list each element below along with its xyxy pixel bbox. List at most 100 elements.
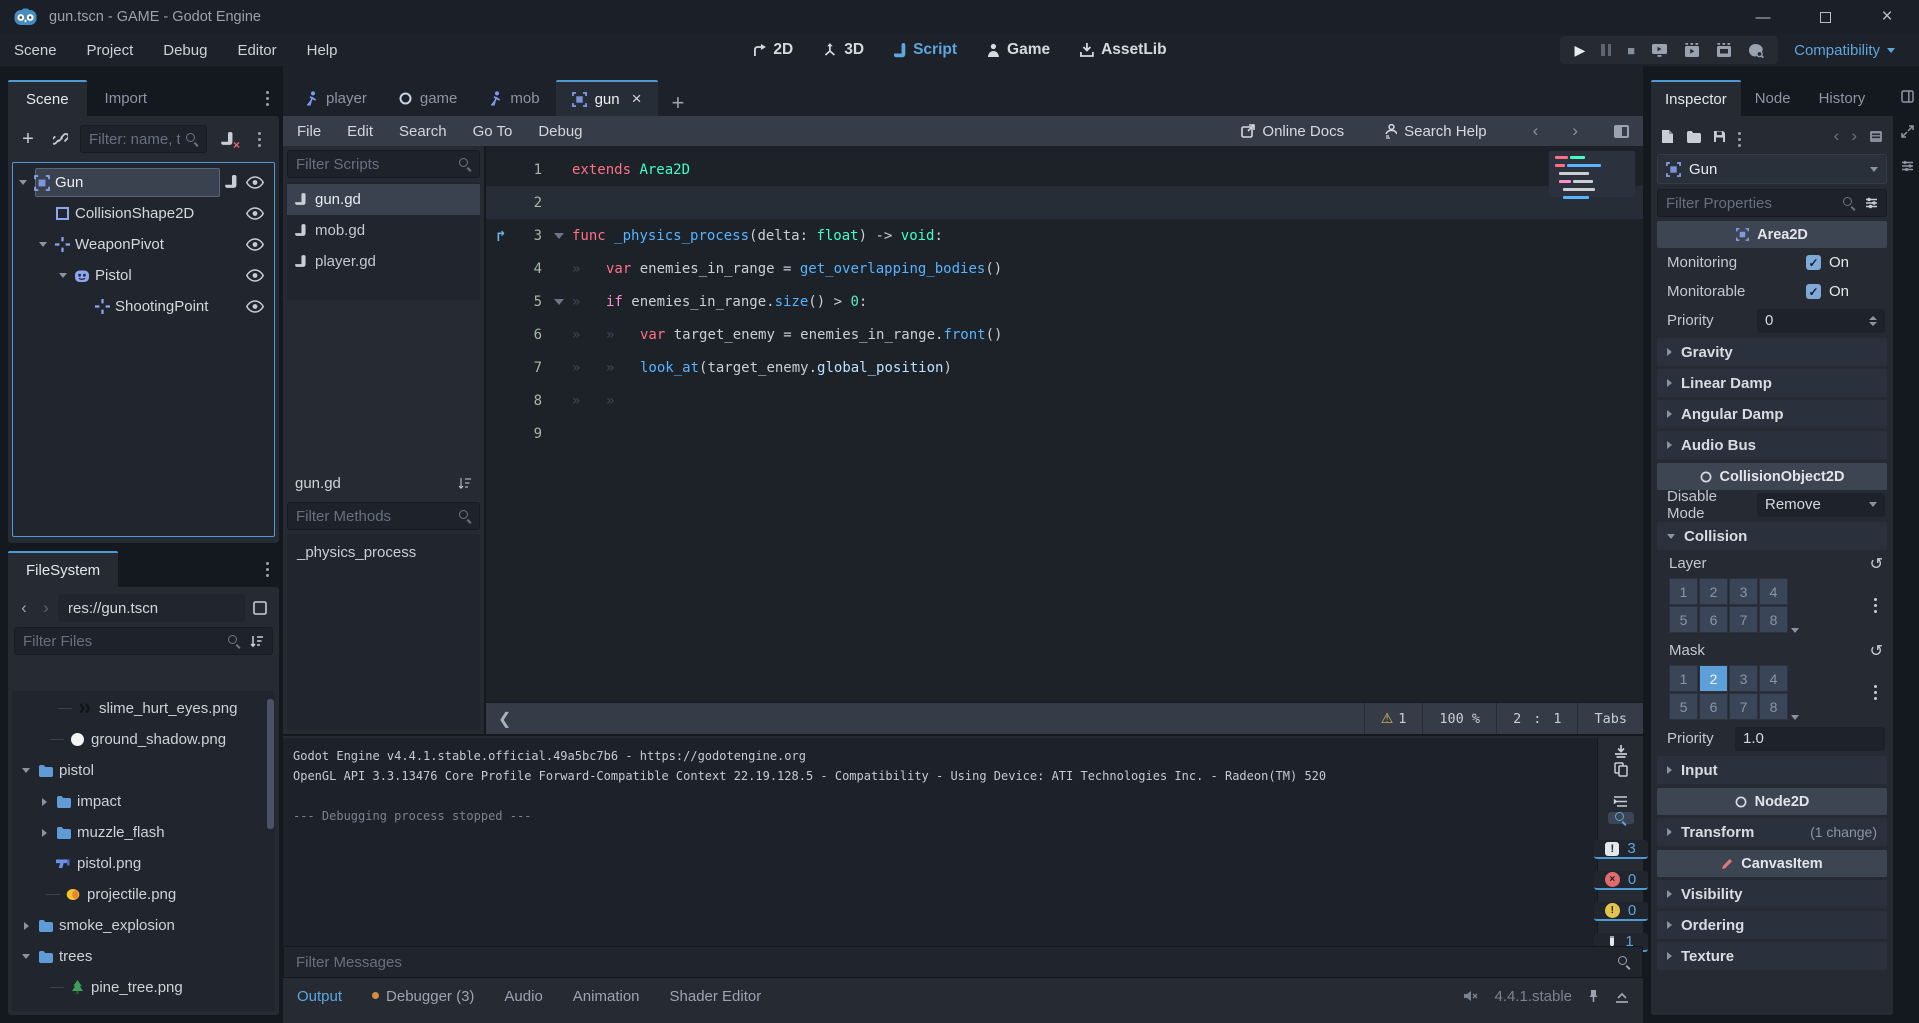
file-row[interactable]: pine_tree.png bbox=[12, 972, 275, 1003]
section-angular-damp[interactable]: Angular Damp bbox=[1657, 400, 1887, 428]
attached-script-icon[interactable] bbox=[225, 175, 238, 190]
category-node2d[interactable]: Node2D bbox=[1657, 788, 1887, 815]
menu-file[interactable]: File bbox=[297, 123, 321, 140]
mask-bit[interactable]: 4 bbox=[1759, 665, 1788, 692]
collapse-icon[interactable] bbox=[19, 180, 27, 185]
nav-forward-icon[interactable]: › bbox=[36, 598, 56, 618]
pin-bottom-panel-icon[interactable] bbox=[1588, 989, 1599, 1003]
message-count-all[interactable]: ! 3 bbox=[1593, 840, 1648, 859]
mask-bit[interactable]: 5 bbox=[1669, 693, 1698, 720]
filesystem-scrollbar[interactable] bbox=[267, 699, 274, 829]
scene-tab-gun[interactable]: gun × bbox=[555, 80, 658, 116]
monitoring-checkbox[interactable]: ✓ bbox=[1806, 255, 1821, 270]
tab-node[interactable]: Node bbox=[1741, 80, 1805, 116]
folder-row[interactable]: trees bbox=[12, 941, 275, 972]
tab-history[interactable]: History bbox=[1805, 80, 1880, 116]
tree-row-weaponpivot[interactable]: WeaponPivot bbox=[15, 229, 272, 260]
visibility-eye-icon[interactable] bbox=[246, 238, 264, 251]
layer-bit[interactable]: 8 bbox=[1759, 606, 1788, 633]
add-node-button[interactable]: + bbox=[16, 126, 40, 152]
inspector-forward-icon[interactable]: › bbox=[1851, 126, 1857, 146]
new-tab-button[interactable]: + bbox=[658, 90, 699, 116]
section-transform[interactable]: Transform (1 change) bbox=[1657, 818, 1887, 846]
section-input[interactable]: Input bbox=[1657, 756, 1887, 784]
menu-debug[interactable]: Debug bbox=[538, 123, 582, 140]
workspace-script[interactable]: Script bbox=[894, 41, 957, 59]
filesystem-filter-field[interactable] bbox=[14, 627, 273, 655]
scripts-panel-collapse-icon[interactable]: ❮ bbox=[486, 709, 523, 729]
visibility-eye-icon[interactable] bbox=[246, 269, 264, 282]
collapse-icon[interactable] bbox=[39, 242, 47, 247]
code-line[interactable]: 8»» bbox=[486, 384, 1643, 417]
file-row[interactable]: pistol.png bbox=[12, 848, 275, 879]
code-line[interactable]: 6»» var target_enemy = enemies_in_range.f… bbox=[486, 318, 1643, 351]
section-gravity[interactable]: Gravity bbox=[1657, 338, 1887, 366]
edited-node-dropdown[interactable]: Gun bbox=[1657, 154, 1887, 184]
workspace-2d[interactable]: 2D bbox=[752, 41, 793, 59]
layer-bit[interactable]: 6 bbox=[1699, 606, 1728, 633]
menu-goto[interactable]: Go To bbox=[473, 123, 513, 140]
filter-properties-field[interactable] bbox=[1657, 189, 1887, 217]
filter-messages-field[interactable]: Filter Messages bbox=[283, 946, 1643, 978]
save-resource-icon[interactable] bbox=[1713, 130, 1726, 143]
file-row[interactable]: projectile.png bbox=[12, 879, 275, 910]
clear-output-icon[interactable] bbox=[1608, 744, 1634, 758]
section-linear-damp[interactable]: Linear Damp bbox=[1657, 369, 1887, 397]
section-collision[interactable]: Collision bbox=[1657, 522, 1887, 550]
property-menu-icon[interactable] bbox=[1865, 197, 1878, 209]
script-history-back-icon[interactable]: ‹ bbox=[1529, 121, 1543, 141]
workspace-assetlib[interactable]: AssetLib bbox=[1080, 41, 1167, 59]
filter-methods-field[interactable] bbox=[287, 502, 480, 530]
menu-edit[interactable]: Edit bbox=[347, 123, 373, 140]
pause-button[interactable] bbox=[1601, 44, 1612, 56]
scene-tab-game[interactable]: game bbox=[383, 80, 474, 116]
search-messages-icon[interactable] bbox=[1607, 812, 1634, 824]
category-area2d[interactable]: Area2D bbox=[1657, 221, 1887, 248]
code-editor[interactable]: 1 extends Area2D 2 ↱ 3 func _physics_process(… bbox=[486, 146, 1643, 702]
menu-debug[interactable]: Debug bbox=[163, 42, 207, 59]
script-item-mob[interactable]: mob.gd bbox=[287, 215, 480, 246]
method-sort-icon[interactable] bbox=[458, 477, 472, 490]
section-ordering[interactable]: Ordering bbox=[1657, 911, 1887, 939]
dock-layout-icon[interactable] bbox=[1900, 90, 1914, 103]
renderer-dropdown[interactable]: Compatibility bbox=[1794, 42, 1895, 59]
instance-scene-button[interactable] bbox=[48, 126, 72, 152]
audio-muted-icon[interactable] bbox=[1463, 990, 1478, 1002]
remote-debug-button[interactable] bbox=[1651, 43, 1668, 58]
mask-bit[interactable]: 1 bbox=[1669, 665, 1698, 692]
folder-row[interactable]: smoke_explosion bbox=[12, 910, 275, 941]
copy-output-icon[interactable] bbox=[1608, 762, 1634, 777]
resource-menu-icon[interactable] bbox=[1738, 128, 1741, 145]
mask-bit[interactable]: 2 bbox=[1699, 665, 1728, 692]
online-docs-button[interactable]: Online Docs bbox=[1241, 123, 1344, 140]
object-history-icon[interactable] bbox=[1869, 130, 1883, 143]
workspace-3d[interactable]: 3D bbox=[823, 41, 864, 59]
script-item-gun[interactable]: gun.gd bbox=[287, 184, 480, 215]
load-resource-icon[interactable] bbox=[1686, 130, 1701, 143]
layer-bit[interactable]: 3 bbox=[1729, 578, 1758, 605]
inspector-back-icon[interactable]: ‹ bbox=[1834, 126, 1840, 146]
new-resource-icon[interactable] bbox=[1661, 129, 1674, 144]
search-help-button[interactable]: Search Help bbox=[1384, 123, 1487, 140]
workspace-game[interactable]: Game bbox=[987, 41, 1050, 59]
menu-scene[interactable]: Scene bbox=[14, 42, 57, 59]
file-sort-icon[interactable] bbox=[250, 635, 264, 648]
code-minimap[interactable] bbox=[1549, 151, 1635, 259]
expand-bottom-panel-icon[interactable] bbox=[1615, 990, 1629, 1003]
filter-methods-input[interactable] bbox=[296, 507, 453, 525]
code-line[interactable]: 9 bbox=[486, 417, 1643, 450]
scene-filter-field[interactable] bbox=[80, 125, 207, 153]
file-row[interactable]: default_bus_layout.tres bbox=[12, 1003, 275, 1011]
revert-icon[interactable]: ↺ bbox=[1870, 641, 1883, 660]
tab-audio[interactable]: Audio bbox=[504, 988, 542, 1005]
menu-help[interactable]: Help bbox=[307, 42, 338, 59]
section-visibility[interactable]: Visibility bbox=[1657, 880, 1887, 908]
tree-row-gun[interactable]: Gun bbox=[15, 167, 272, 198]
section-texture[interactable]: Texture bbox=[1657, 942, 1887, 970]
zoom-level[interactable]: 100 % bbox=[1422, 703, 1496, 734]
tab-import[interactable]: Import bbox=[87, 80, 166, 116]
collapse-messages-icon[interactable] bbox=[1608, 795, 1634, 808]
scene-tree-menu-icon[interactable] bbox=[247, 126, 271, 152]
message-count-errors[interactable]: × 0 bbox=[1593, 871, 1648, 890]
message-count-warnings[interactable]: ! 0 bbox=[1593, 902, 1648, 921]
